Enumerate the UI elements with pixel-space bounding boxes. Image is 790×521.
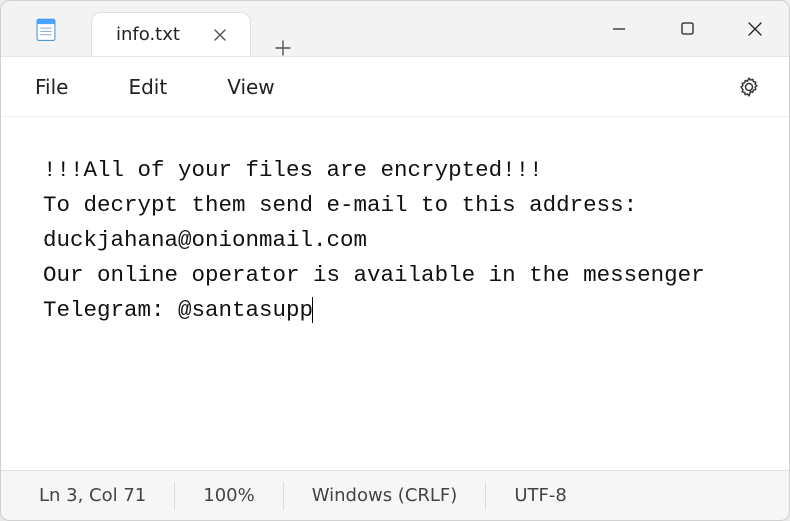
settings-button[interactable]: [727, 65, 771, 109]
tab-title: info.txt: [116, 24, 180, 45]
menubar: File Edit View: [1, 57, 789, 117]
status-encoding: UTF-8: [486, 482, 594, 510]
app-icon-area: [1, 1, 91, 56]
status-line-ending: Windows (CRLF): [284, 482, 487, 510]
statusbar: Ln 3, Col 71 100% Windows (CRLF) UTF-8: [1, 470, 789, 520]
window-controls: [585, 1, 789, 56]
close-icon: [748, 22, 762, 36]
close-window-button[interactable]: [721, 1, 789, 56]
menu-view[interactable]: View: [201, 65, 300, 109]
titlebar: info.txt: [1, 1, 789, 57]
menu-file[interactable]: File: [9, 65, 94, 109]
maximize-button[interactable]: [653, 1, 721, 56]
document-text: !!!All of your files are encrypted!!! To…: [43, 157, 718, 323]
gear-icon: [738, 76, 760, 98]
text-caret: [312, 297, 313, 323]
status-position: Ln 3, Col 71: [11, 482, 175, 510]
tab-active[interactable]: info.txt: [91, 12, 251, 56]
tab-strip: info.txt: [91, 1, 585, 56]
close-icon: [214, 29, 226, 41]
new-tab-button[interactable]: [259, 40, 307, 56]
editor-area[interactable]: !!!All of your files are encrypted!!! To…: [1, 117, 789, 470]
maximize-icon: [681, 22, 694, 35]
close-tab-button[interactable]: [208, 23, 232, 47]
minimize-button[interactable]: [585, 1, 653, 56]
notepad-icon: [33, 16, 59, 42]
notepad-window: info.txt: [0, 0, 790, 521]
status-zoom[interactable]: 100%: [175, 482, 283, 510]
menu-edit[interactable]: Edit: [102, 65, 193, 109]
plus-icon: [275, 40, 291, 56]
minimize-icon: [612, 22, 626, 36]
